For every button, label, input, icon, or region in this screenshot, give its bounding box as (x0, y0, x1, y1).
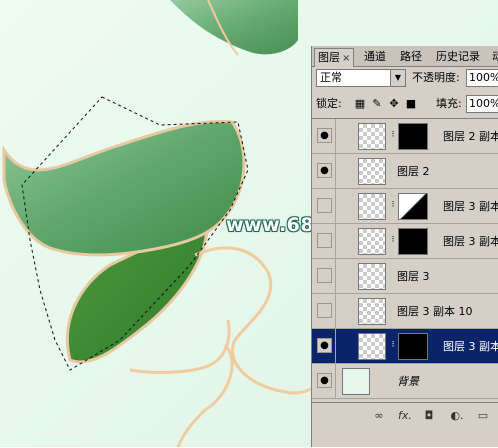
panel-tabs: 图层 × 通道 路径 历史记录 动 (312, 46, 498, 67)
tab-history[interactable]: 历史记录 (433, 48, 483, 65)
tab-actions[interactable]: 动 (489, 48, 498, 65)
eye-icon[interactable]: ● (317, 338, 332, 353)
adjustment-icon[interactable]: ◐. (448, 409, 466, 423)
layers-panel: 图层 × 通道 路径 历史记录 动 正常 ▼ 不透明度: 100% 锁定: ▦ ✎… (311, 46, 498, 447)
link-icon[interactable]: ⁝ (389, 130, 397, 140)
tab-layers[interactable]: 图层 × (314, 48, 355, 67)
blend-mode-select[interactable]: 正常 ▼ (316, 69, 406, 87)
layer-list: ● ⁝ 图层 2 副本 ● 图层 2 ⁝ 图层 3 副本 ⁝ 图层 3 副本 图… (312, 118, 498, 402)
divider (335, 364, 336, 398)
fill-label: 填充: (436, 97, 462, 110)
link-icon[interactable]: ⁝ (389, 235, 397, 245)
eye-icon[interactable]: ● (317, 373, 332, 388)
tab-history-label: 历史记录 (436, 50, 480, 63)
layer-name: 图层 3 副本 10 (397, 305, 473, 318)
layer-row[interactable]: ⁝ 图层 3 副本 (312, 224, 498, 259)
eye-icon[interactable] (317, 268, 332, 283)
divider (335, 154, 336, 188)
link-icon[interactable]: ⁝ (389, 340, 397, 350)
layer-name: 图层 3 副本 (443, 200, 498, 213)
divider (335, 329, 336, 363)
layer-mask-thumbnail[interactable] (398, 333, 428, 360)
tab-paths-label: 路径 (400, 50, 422, 63)
layer-thumbnail (358, 123, 386, 150)
divider (335, 119, 336, 153)
eye-icon[interactable] (317, 233, 332, 248)
layer-mask-thumbnail[interactable] (398, 228, 428, 255)
layer-name: 图层 3 (397, 270, 430, 283)
layer-row[interactable]: ● 图层 2 (312, 154, 498, 189)
layer-mask-thumbnail[interactable] (398, 123, 428, 150)
tab-actions-label: 动 (492, 50, 498, 63)
layer-thumbnail (358, 193, 386, 220)
fill-field[interactable]: 100% (466, 95, 498, 113)
layer-row-background[interactable]: ● 背景 (312, 364, 498, 399)
layer-thumbnail (342, 368, 370, 395)
layer-thumbnail (358, 333, 386, 360)
eye-icon[interactable]: ● (317, 163, 332, 178)
tab-channels[interactable]: 通道 (361, 48, 389, 65)
lock-all-icon[interactable]: ■ (405, 97, 417, 110)
eye-icon[interactable] (317, 303, 332, 318)
layer-name: 图层 3 副本 (443, 235, 498, 248)
layer-row-selected[interactable]: ● ⁝ 图层 3 副本 (312, 329, 498, 364)
layer-name: 背景 (397, 375, 419, 388)
divider (335, 294, 336, 328)
divider (335, 189, 336, 223)
lock-move-icon[interactable]: ✥ (388, 97, 400, 110)
eye-icon[interactable] (317, 198, 332, 213)
opacity-field[interactable]: 100% (466, 69, 498, 87)
link-icon[interactable]: ⁝ (389, 200, 397, 210)
lock-label: 锁定: (316, 97, 342, 110)
lock-transparent-icon[interactable]: ▦ (354, 97, 366, 110)
tab-channels-label: 通道 (364, 50, 386, 63)
divider (335, 259, 336, 293)
tab-layers-label: 图层 (318, 51, 340, 64)
layer-thumbnail (358, 228, 386, 255)
blend-mode-value: 正常 (320, 71, 342, 84)
fx-icon[interactable]: fx. (396, 409, 414, 423)
layer-row[interactable]: 图层 3 (312, 259, 498, 294)
layer-row[interactable]: ⁝ 图层 3 副本 (312, 189, 498, 224)
close-icon[interactable]: × (342, 53, 350, 64)
eye-icon[interactable]: ● (317, 128, 332, 143)
layers-panel-toolbar: ∞ fx. ◘ ◐. ▭ (312, 402, 498, 448)
chevron-down-icon[interactable]: ▼ (390, 70, 405, 86)
folder-icon[interactable]: ▭ (476, 409, 490, 423)
layer-thumbnail (358, 298, 386, 325)
opacity-label: 不透明度: (412, 71, 460, 84)
layer-mask-thumbnail[interactable] (398, 193, 428, 220)
tab-paths[interactable]: 路径 (397, 48, 425, 65)
mask-icon[interactable]: ◘ (422, 409, 436, 423)
layer-name: 图层 3 副本 (443, 340, 498, 353)
layer-row[interactable]: ● ⁝ 图层 2 副本 (312, 119, 498, 154)
layer-name: 图层 2 副本 (443, 130, 498, 143)
layer-thumbnail (358, 263, 386, 290)
layer-name: 图层 2 (397, 165, 430, 178)
link-icon[interactable]: ∞ (372, 409, 386, 423)
layer-thumbnail (358, 158, 386, 185)
lock-brush-icon[interactable]: ✎ (371, 97, 383, 110)
divider (335, 224, 336, 258)
layer-row[interactable]: 图层 3 副本 10 (312, 294, 498, 329)
